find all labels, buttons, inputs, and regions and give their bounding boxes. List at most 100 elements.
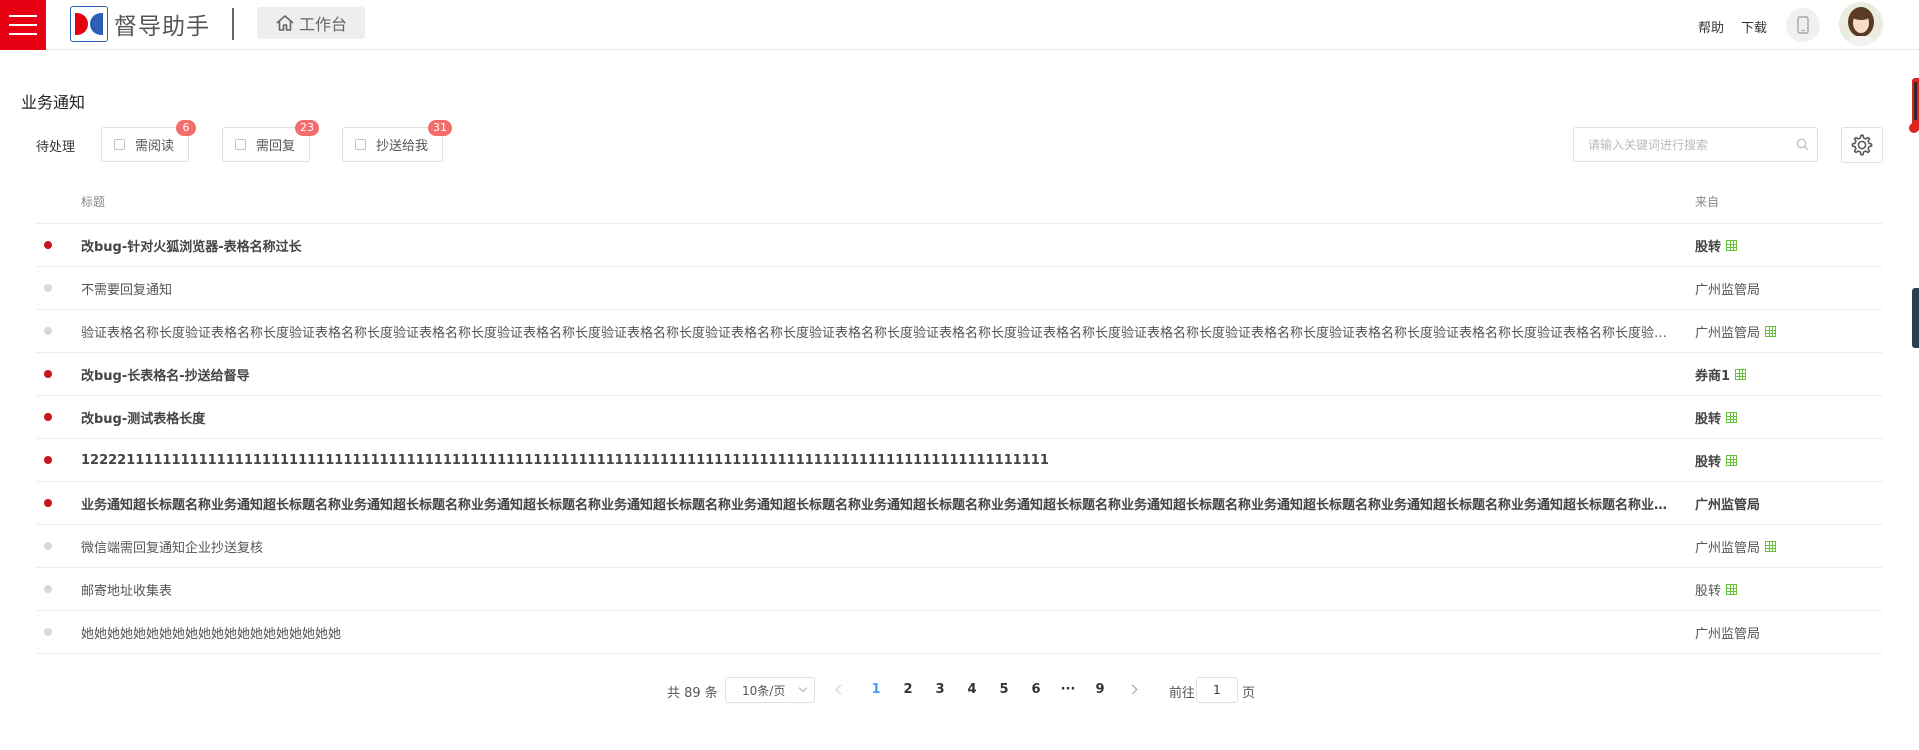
table-row[interactable]: 改bug-长表格名-抄送给督导 券商1 <box>36 353 1883 396</box>
page-1[interactable]: 1 <box>866 682 886 697</box>
row-title[interactable]: 不需要回复通知 <box>81 279 1695 298</box>
row-title[interactable]: 业务通知超长标题名称业务通知超长标题名称业务通知超长标题名称业务通知超长标题名称… <box>81 494 1695 513</box>
row-from: 广州监管局 <box>1695 325 1761 341</box>
table-row[interactable]: 改bug-测试表格长度 股转 <box>36 396 1883 439</box>
goto-label: 前往 <box>1169 686 1196 701</box>
workbench-label: 工作台 <box>298 15 347 34</box>
filter-cc-me[interactable]: 抄送给我 31 <box>342 120 452 162</box>
page-2[interactable]: 2 <box>898 682 918 697</box>
pending-filter-label: 待处理 <box>36 140 76 155</box>
total-count: 共 89 条 <box>667 686 718 701</box>
gear-icon <box>1851 134 1873 156</box>
table-row[interactable]: 邮寄地址收集表 股转 <box>36 568 1883 611</box>
unread-dot-icon <box>44 413 52 421</box>
checkbox-icon[interactable] <box>235 139 246 150</box>
row-title[interactable]: 1222211111111111111111111111111111111111… <box>81 453 1695 468</box>
hamburger-icon-line <box>9 24 37 26</box>
page-4[interactable]: 4 <box>962 682 982 697</box>
app-name: 督导助手 <box>114 14 210 40</box>
count-badge: 6 <box>176 120 196 136</box>
row-from: 股转 <box>1695 454 1722 470</box>
edge-indicator-dot <box>1909 123 1919 133</box>
chevron-right-icon[interactable] <box>1124 681 1140 699</box>
settings-button[interactable] <box>1841 127 1883 163</box>
workbench-button[interactable]: 工作台 <box>257 7 365 39</box>
row-title[interactable]: 改bug-针对火狐浏览器-表格名称过长 <box>81 236 1695 255</box>
row-from: 广州监管局 <box>1695 626 1761 642</box>
table-row[interactable]: 微信端需回复通知企业抄送复核 广州监管局 <box>36 525 1883 568</box>
table-grid-icon[interactable] <box>1765 325 1777 337</box>
table-row[interactable]: 不需要回复通知 广州监管局 <box>36 267 1883 310</box>
row-title[interactable]: 她她她她她她她她她她她她她她她她她她她她 <box>81 623 1695 642</box>
row-from: 股转 <box>1695 583 1722 599</box>
read-dot-icon <box>44 284 52 292</box>
search-icon[interactable] <box>1796 138 1809 151</box>
page-size-select[interactable]: 10条/页 <box>725 677 815 703</box>
row-from: 广州监管局 <box>1695 282 1761 298</box>
app-logo[interactable]: 督导助手 <box>70 6 210 42</box>
table-body: 改bug-针对火狐浏览器-表格名称过长 股转 不需要回复通知 广州监管局 验证表格名称长… <box>36 224 1883 654</box>
read-dot-icon <box>44 327 52 335</box>
hamburger-icon-line <box>9 15 37 17</box>
table-row[interactable]: 1222211111111111111111111111111111111111… <box>36 439 1883 482</box>
unread-dot-icon <box>44 241 52 249</box>
notice-table: 标题 来自 改bug-针对火狐浏览器-表格名称过长 股转 不需要回复通知 广州监管局验… <box>36 180 1883 654</box>
unread-dot-icon <box>44 456 52 464</box>
row-title[interactable]: 邮寄地址收集表 <box>81 580 1695 599</box>
unread-dot-icon <box>44 499 52 507</box>
table-grid-icon[interactable] <box>1726 583 1738 595</box>
help-link[interactable]: 帮助 <box>1698 17 1724 36</box>
page-title: 业务通知 <box>21 93 86 112</box>
table-row[interactable]: 验证表格名称长度验证表格名称长度验证表格名称长度验证表格名称长度验证表格名称长度… <box>36 310 1883 353</box>
download-link[interactable]: 下载 <box>1741 17 1767 36</box>
table-row[interactable]: 改bug-针对火狐浏览器-表格名称过长 股转 <box>36 224 1883 267</box>
pagination: 共 89 条 10条/页 1 2 3 4 5 6 ··· 9 前往 页 <box>0 677 1919 703</box>
row-from: 股转 <box>1695 239 1722 255</box>
table-grid-icon[interactable] <box>1765 540 1777 552</box>
search-input[interactable] <box>1588 137 1796 152</box>
user-avatar[interactable] <box>1839 2 1883 46</box>
column-header-from: 来自 <box>1695 195 1720 209</box>
row-from: 券商1 <box>1695 368 1731 384</box>
row-from: 广州监管局 <box>1695 497 1761 513</box>
page-5[interactable]: 5 <box>994 682 1014 697</box>
goto-suffix-label: 页 <box>1242 686 1256 701</box>
header-divider <box>232 8 234 40</box>
hamburger-menu-button[interactable] <box>0 0 46 50</box>
chevron-down-icon <box>798 683 808 693</box>
mobile-button[interactable] <box>1786 8 1820 42</box>
table-grid-icon[interactable] <box>1726 239 1738 251</box>
logo-mark-icon <box>70 6 108 42</box>
row-from: 广州监管局 <box>1695 540 1761 556</box>
page-9[interactable]: 9 <box>1090 682 1110 697</box>
page-ellipsis[interactable]: ··· <box>1058 682 1078 697</box>
row-title[interactable]: 验证表格名称长度验证表格名称长度验证表格名称长度验证表格名称长度验证表格名称长度… <box>81 322 1695 341</box>
table-grid-icon[interactable] <box>1726 454 1738 466</box>
hamburger-icon-line <box>9 33 37 35</box>
top-header: 督导助手 工作台 帮助 下载 <box>0 0 1919 50</box>
unread-dot-icon <box>44 370 52 378</box>
filter-need-read[interactable]: 需阅读 6 <box>101 120 196 162</box>
filter-need-reply[interactable]: 需回复 23 <box>222 120 319 162</box>
chevron-left-icon[interactable] <box>832 681 848 699</box>
row-title[interactable]: 改bug-长表格名-抄送给督导 <box>81 365 1695 384</box>
filter-label: 抄送给我 <box>376 139 429 154</box>
table-row[interactable]: 她她她她她她她她她她她她她她她她她她她她 广州监管局 <box>36 611 1883 654</box>
read-dot-icon <box>44 542 52 550</box>
table-grid-icon[interactable] <box>1735 368 1747 380</box>
search-box[interactable] <box>1573 127 1818 162</box>
row-from: 股转 <box>1695 411 1722 427</box>
checkbox-icon[interactable] <box>355 139 366 150</box>
table-header: 标题 来自 <box>36 180 1883 224</box>
goto-page-input[interactable] <box>1196 677 1238 703</box>
read-dot-icon <box>44 585 52 593</box>
row-title[interactable]: 改bug-测试表格长度 <box>81 408 1695 427</box>
table-grid-icon[interactable] <box>1726 411 1738 423</box>
page-6[interactable]: 6 <box>1026 682 1046 697</box>
row-title[interactable]: 微信端需回复通知企业抄送复核 <box>81 537 1695 556</box>
checkbox-icon[interactable] <box>114 139 125 150</box>
page-3[interactable]: 3 <box>930 682 950 697</box>
filter-label: 需回复 <box>256 139 296 154</box>
table-row[interactable]: 业务通知超长标题名称业务通知超长标题名称业务通知超长标题名称业务通知超长标题名称… <box>36 482 1883 525</box>
edge-side-widget[interactable] <box>1912 288 1919 348</box>
